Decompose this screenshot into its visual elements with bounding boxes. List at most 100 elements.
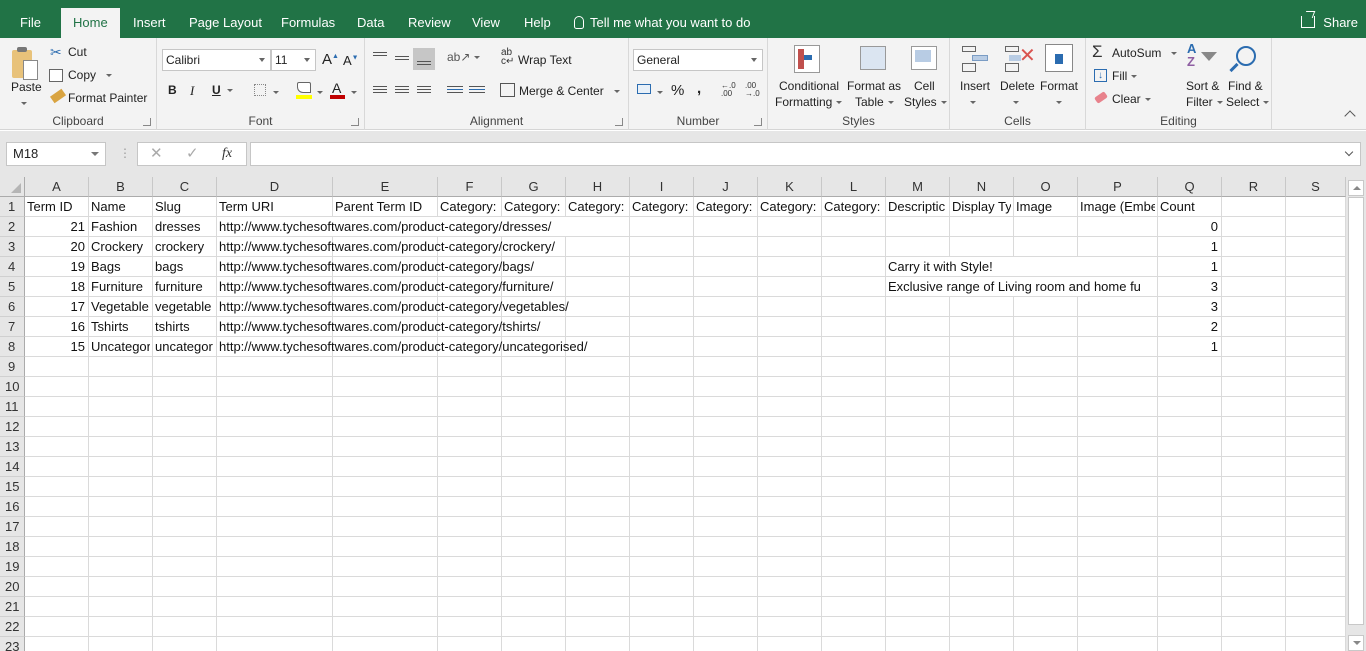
cell-H17[interactable]: [566, 517, 630, 537]
cell-J17[interactable]: [694, 517, 758, 537]
cell-J2[interactable]: [694, 217, 758, 237]
column-header-P[interactable]: P: [1078, 177, 1158, 197]
middle-align-icon[interactable]: [395, 54, 409, 62]
cell-S21[interactable]: [1286, 597, 1346, 617]
column-header-G[interactable]: G: [502, 177, 566, 197]
cell-N9[interactable]: [950, 357, 1014, 377]
cell-P17[interactable]: [1078, 517, 1158, 537]
alignment-launcher-icon[interactable]: [615, 118, 623, 126]
cell-M9[interactable]: [886, 357, 950, 377]
cell-N2[interactable]: [950, 217, 1014, 237]
cell-M1[interactable]: Descriptic: [886, 197, 950, 217]
cell-M11[interactable]: [886, 397, 950, 417]
cell-B19[interactable]: [89, 557, 153, 577]
cell-M7[interactable]: [886, 317, 950, 337]
cell-J23[interactable]: [694, 637, 758, 651]
row-header-9[interactable]: 9: [0, 357, 25, 377]
cell-A19[interactable]: [25, 557, 89, 577]
expand-formula-bar-icon[interactable]: [1344, 147, 1354, 157]
row-header-19[interactable]: 19: [0, 557, 25, 577]
cell-B22[interactable]: [89, 617, 153, 637]
cell-I15[interactable]: [630, 477, 694, 497]
collapse-ribbon-icon[interactable]: [1344, 110, 1356, 122]
cell-C10[interactable]: [153, 377, 217, 397]
cell-L15[interactable]: [822, 477, 886, 497]
cell-B17[interactable]: [89, 517, 153, 537]
cell-O17[interactable]: [1014, 517, 1078, 537]
cell-A5[interactable]: 18: [25, 277, 89, 297]
cell-K16[interactable]: [758, 497, 822, 517]
cell-R21[interactable]: [1222, 597, 1286, 617]
cell-P22[interactable]: [1078, 617, 1158, 637]
cell-B20[interactable]: [89, 577, 153, 597]
cell-R5[interactable]: [1222, 277, 1286, 297]
cell-N12[interactable]: [950, 417, 1014, 437]
cell-S4[interactable]: [1286, 257, 1346, 277]
cell-O1[interactable]: Image: [1014, 197, 1078, 217]
cell-N11[interactable]: [950, 397, 1014, 417]
cell-B11[interactable]: [89, 397, 153, 417]
cell-J13[interactable]: [694, 437, 758, 457]
cell-E1[interactable]: Parent Term ID: [333, 197, 438, 217]
cell-N15[interactable]: [950, 477, 1014, 497]
cell-I18[interactable]: [630, 537, 694, 557]
cell-L21[interactable]: [822, 597, 886, 617]
autosum-button[interactable]: AutoSum: [1112, 46, 1178, 60]
cell-H16[interactable]: [566, 497, 630, 517]
cell-F13[interactable]: [438, 437, 502, 457]
cell-L4[interactable]: [822, 257, 886, 277]
cell-R16[interactable]: [1222, 497, 1286, 517]
align-center-icon[interactable]: [395, 84, 409, 95]
cell-F12[interactable]: [438, 417, 502, 437]
cell-O11[interactable]: [1014, 397, 1078, 417]
cell-K23[interactable]: [758, 637, 822, 651]
cell-H14[interactable]: [566, 457, 630, 477]
cell-G11[interactable]: [502, 397, 566, 417]
cell-E20[interactable]: [333, 577, 438, 597]
cell-C2[interactable]: dresses: [153, 217, 217, 237]
row-header-10[interactable]: 10: [0, 377, 25, 397]
bold-button[interactable]: B: [168, 83, 177, 97]
cell-A16[interactable]: [25, 497, 89, 517]
cell-E18[interactable]: [333, 537, 438, 557]
cell-R13[interactable]: [1222, 437, 1286, 457]
cell-F11[interactable]: [438, 397, 502, 417]
row-header-7[interactable]: 7: [0, 317, 25, 337]
cell-M17[interactable]: [886, 517, 950, 537]
cell-H15[interactable]: [566, 477, 630, 497]
cell-B6[interactable]: Vegetable: [89, 297, 153, 317]
cell-D1[interactable]: Term URI: [217, 197, 333, 217]
tab-home[interactable]: Home: [61, 8, 120, 38]
cell-R23[interactable]: [1222, 637, 1286, 651]
cell-L12[interactable]: [822, 417, 886, 437]
tab-view[interactable]: View: [460, 8, 512, 38]
cell-S15[interactable]: [1286, 477, 1346, 497]
cell-K5[interactable]: [758, 277, 822, 297]
cell-M20[interactable]: [886, 577, 950, 597]
cell-D19[interactable]: [217, 557, 333, 577]
cell-H23[interactable]: [566, 637, 630, 651]
cell-J15[interactable]: [694, 477, 758, 497]
cell-P6[interactable]: [1078, 297, 1158, 317]
cell-P15[interactable]: [1078, 477, 1158, 497]
paste-button[interactable]: [10, 46, 40, 84]
cell-O7[interactable]: [1014, 317, 1078, 337]
cell-C20[interactable]: [153, 577, 217, 597]
cell-A15[interactable]: [25, 477, 89, 497]
cell-G20[interactable]: [502, 577, 566, 597]
cell-E22[interactable]: [333, 617, 438, 637]
cell-G15[interactable]: [502, 477, 566, 497]
cell-P19[interactable]: [1078, 557, 1158, 577]
cell-C23[interactable]: [153, 637, 217, 651]
cell-H20[interactable]: [566, 577, 630, 597]
cell-P12[interactable]: [1078, 417, 1158, 437]
cell-P3[interactable]: [1078, 237, 1158, 257]
cell-K9[interactable]: [758, 357, 822, 377]
cell-P21[interactable]: [1078, 597, 1158, 617]
cell-C18[interactable]: [153, 537, 217, 557]
cell-I20[interactable]: [630, 577, 694, 597]
cell-R17[interactable]: [1222, 517, 1286, 537]
cell-H10[interactable]: [566, 377, 630, 397]
cell-K13[interactable]: [758, 437, 822, 457]
cell-Q19[interactable]: [1158, 557, 1222, 577]
